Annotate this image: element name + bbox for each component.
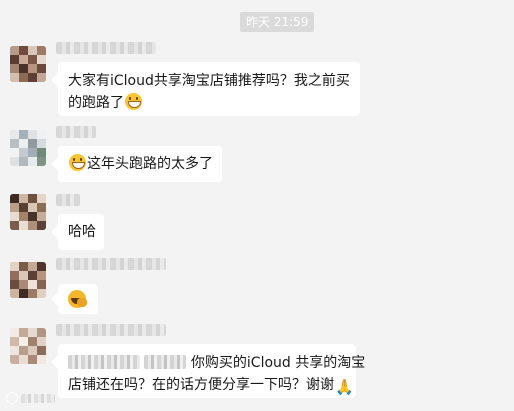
sticker-message[interactable] (58, 284, 98, 314)
mention-blurred (144, 355, 187, 369)
sender-name-blurred (56, 258, 166, 270)
message-text: 哈哈 (68, 224, 96, 240)
folded-hands-icon: 🙏 (335, 378, 354, 396)
grinning-emoji-icon (125, 93, 142, 110)
message-bubble[interactable]: 这年头跑路的太多了 (58, 146, 222, 182)
message-bubble[interactable]: 大家有iCloud共享淘宝店铺推荐吗？我之前买 的跑路了 (58, 62, 360, 116)
chat-window: 昨天 21:59 大家有iCloud共享淘宝店铺推荐吗？我之前买 的跑路了 这年… (0, 0, 514, 411)
sender-name-blurred (56, 42, 156, 54)
message-bubble[interactable]: 哈哈 (58, 214, 104, 250)
message-text: 店铺还在吗？在的话方便分享一下吗？谢谢 (68, 377, 334, 393)
message-text: 你购买的iCloud 共享的淘宝 (190, 355, 366, 371)
sender-name-blurred (56, 194, 80, 206)
avatar[interactable] (10, 194, 46, 230)
sender-name-blurred (56, 324, 166, 336)
avatar[interactable] (10, 262, 46, 298)
avatar[interactable] (10, 130, 46, 166)
message-text: 这年头跑路的太多了 (87, 156, 213, 172)
message-text: 大家有iCloud共享淘宝店铺推荐吗？我之前买 (68, 73, 350, 89)
hand-icon (77, 298, 87, 307)
timestamp: 昨天 21:59 (240, 12, 315, 32)
camera-icon (6, 392, 18, 404)
grinning-emoji-icon (69, 154, 86, 171)
watermark-text-blurred (21, 393, 55, 403)
message-bubble[interactable]: 你购买的iCloud 共享的淘宝 店铺还在吗？在的话方便分享一下吗？谢谢🙏 (58, 344, 365, 398)
avatar[interactable] (10, 46, 46, 82)
watermark (6, 392, 55, 404)
avatar[interactable] (10, 328, 46, 364)
message-text: 的跑路了 (68, 95, 124, 111)
sender-name-blurred (56, 126, 96, 138)
mention-blurred (68, 355, 140, 369)
